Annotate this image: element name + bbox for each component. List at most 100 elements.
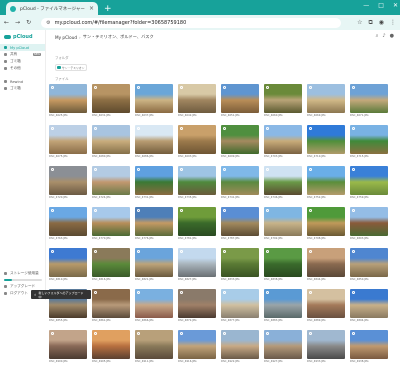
photo-thumbnail[interactable]: DSC_4735.JPG: [178, 166, 216, 202]
photo-image[interactable]: [92, 207, 130, 236]
sidebar-item-my-pcloud[interactable]: My pCloud: [0, 44, 45, 51]
select-checkbox[interactable]: [137, 250, 140, 253]
photo-image[interactable]: [135, 84, 173, 113]
select-checkbox[interactable]: [223, 291, 226, 294]
photo-thumbnail[interactable]: DSC_4731.JPG: [135, 166, 173, 202]
photo-thumbnail[interactable]: DSC_4894.JPG: [350, 289, 388, 325]
photo-thumbnail[interactable]: DSC_4660.JPG: [264, 84, 302, 120]
select-checkbox[interactable]: [266, 86, 269, 89]
photo-image[interactable]: [92, 248, 130, 277]
close-tab-icon[interactable]: ×: [89, 5, 94, 12]
photo-image[interactable]: [135, 166, 173, 195]
photo-image[interactable]: [221, 125, 259, 154]
photo-image[interactable]: [178, 289, 216, 318]
maximize-icon[interactable]: □: [378, 2, 384, 9]
select-checkbox[interactable]: [223, 127, 226, 130]
select-checkbox[interactable]: [266, 168, 269, 171]
select-checkbox[interactable]: [309, 332, 312, 335]
photo-image[interactable]: [350, 248, 388, 277]
select-checkbox[interactable]: [223, 168, 226, 171]
photo-thumbnail[interactable]: DSC_4922.JPG: [221, 330, 259, 366]
photo-thumbnail[interactable]: DSC_4883.JPG: [264, 289, 302, 325]
photo-image[interactable]: [307, 84, 345, 113]
photo-image[interactable]: [135, 125, 173, 154]
photo-thumbnail[interactable]: DSC_4905.JPG: [92, 330, 130, 366]
photo-thumbnail[interactable]: DSC_4803.JPG: [350, 207, 388, 243]
photo-image[interactable]: [178, 166, 216, 195]
photo-image[interactable]: [221, 84, 259, 113]
photo-thumbnail[interactable]: DSC_4763.JPG: [49, 207, 87, 243]
photo-image[interactable]: [92, 84, 130, 113]
bookmark-star-icon[interactable]: ☆: [357, 19, 362, 27]
photo-thumbnail[interactable]: DSC_4724.JPG: [92, 166, 130, 202]
photo-thumbnail[interactable]: DSC_4710.JPG: [307, 125, 345, 161]
photo-image[interactable]: [307, 289, 345, 318]
photo-thumbnail[interactable]: DSC_4844.JPG: [307, 248, 345, 284]
select-checkbox[interactable]: [309, 168, 312, 171]
photo-image[interactable]: [350, 207, 388, 236]
select-checkbox[interactable]: [94, 250, 97, 253]
photo-image[interactable]: [178, 84, 216, 113]
photo-thumbnail[interactable]: DSC_4759.JPG: [350, 166, 388, 202]
breadcrumb-root[interactable]: My pCloud: [55, 35, 77, 40]
select-checkbox[interactable]: [180, 250, 183, 253]
photo-thumbnail[interactable]: DSC_4686.JPG: [135, 125, 173, 161]
photo-image[interactable]: [307, 330, 345, 359]
photo-image[interactable]: [49, 248, 87, 277]
sidebar-item-other[interactable]: その他: [0, 65, 45, 72]
photo-image[interactable]: [307, 248, 345, 277]
photo-image[interactable]: [92, 125, 130, 154]
select-checkbox[interactable]: [137, 332, 140, 335]
select-checkbox[interactable]: [137, 209, 140, 212]
photo-image[interactable]: [350, 289, 388, 318]
photo-thumbnail[interactable]: DSC_4861.JPG: [92, 289, 130, 325]
photo-image[interactable]: [350, 166, 388, 195]
browser-menu-icon[interactable]: ⋮: [390, 19, 396, 27]
sidebar-item-shared[interactable]: 共有 NEW: [0, 51, 45, 58]
photo-image[interactable]: [49, 125, 87, 154]
photo-thumbnail[interactable]: DSC_4833.JPG: [221, 248, 259, 284]
select-checkbox[interactable]: [137, 168, 140, 171]
photo-image[interactable]: [307, 125, 345, 154]
photo-image[interactable]: [221, 207, 259, 236]
photo-image[interactable]: [307, 207, 345, 236]
photo-image[interactable]: [49, 84, 87, 113]
photo-thumbnail[interactable]: DSC_4625.JPG: [49, 84, 87, 120]
photo-image[interactable]: [264, 84, 302, 113]
select-checkbox[interactable]: [51, 332, 54, 335]
photo-thumbnail[interactable]: DSC_4631.JPG: [92, 84, 130, 120]
select-checkbox[interactable]: [51, 250, 54, 253]
photo-image[interactable]: [221, 166, 259, 195]
photo-thumbnail[interactable]: DSC_4877.JPG: [221, 289, 259, 325]
photo-thumbnail[interactable]: DSC_4900.JPG: [49, 330, 87, 366]
select-checkbox[interactable]: [352, 250, 355, 253]
photo-thumbnail[interactable]: DSC_4787.JPG: [221, 207, 259, 243]
photo-image[interactable]: [92, 289, 130, 318]
select-checkbox[interactable]: [309, 291, 312, 294]
select-checkbox[interactable]: [352, 332, 355, 335]
photo-image[interactable]: [135, 289, 173, 318]
notifications-icon[interactable]: ♪: [382, 33, 385, 39]
select-checkbox[interactable]: [180, 291, 183, 294]
site-info-icon[interactable]: ⚙: [46, 20, 50, 26]
photo-thumbnail[interactable]: DSC_4680.JPG: [92, 125, 130, 161]
select-checkbox[interactable]: [266, 332, 269, 335]
select-checkbox[interactable]: [94, 291, 97, 294]
photo-thumbnail[interactable]: DSC_4693.JPG: [178, 125, 216, 161]
select-checkbox[interactable]: [94, 86, 97, 89]
photo-image[interactable]: [135, 207, 173, 236]
sidebar-item-trash[interactable]: ゴミ箱: [0, 58, 45, 65]
profile-icon[interactable]: ◉: [379, 19, 384, 27]
photo-thumbnail[interactable]: DSC_4746.JPG: [264, 166, 302, 202]
photo-image[interactable]: [135, 248, 173, 277]
photo-thumbnail[interactable]: DSC_4703.JPG: [264, 125, 302, 161]
photo-image[interactable]: [135, 330, 173, 359]
sidebar-item-trash-2[interactable]: ゴミ箱: [0, 85, 45, 92]
select-checkbox[interactable]: [352, 127, 355, 130]
select-checkbox[interactable]: [266, 291, 269, 294]
photo-thumbnail[interactable]: DSC_4770.JPG: [92, 207, 130, 243]
photo-thumbnail[interactable]: DSC_4872.JPG: [178, 289, 216, 325]
select-checkbox[interactable]: [309, 209, 312, 212]
select-checkbox[interactable]: [223, 209, 226, 212]
sidebar-item-rewind[interactable]: Rewind: [0, 78, 45, 85]
